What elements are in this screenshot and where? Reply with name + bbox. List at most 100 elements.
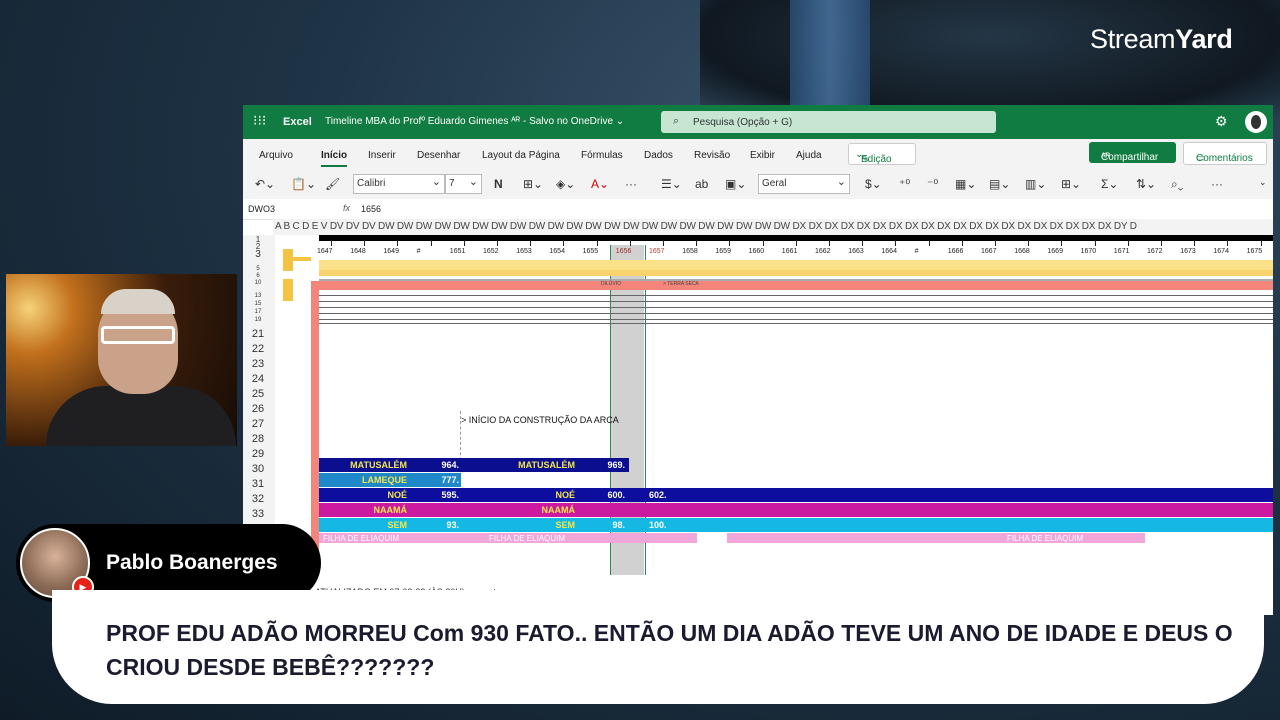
formula-input[interactable]: 1656 <box>361 204 381 214</box>
font-name-select[interactable]: Calibri <box>353 174 445 194</box>
borders-icon[interactable]: ⊞⌄ <box>523 177 543 191</box>
row-header[interactable]: 25 <box>243 388 273 400</box>
row-header[interactable]: 27 <box>243 418 273 430</box>
autosum-icon[interactable]: Σ⌄ <box>1101 177 1118 191</box>
row-header[interactable]: 32 <box>243 493 273 505</box>
currency-icon[interactable]: $⌄ <box>865 177 882 191</box>
number-format-select[interactable]: Geral <box>758 174 850 194</box>
row-header[interactable]: 21 <box>243 328 273 340</box>
row-header[interactable]: 6 <box>243 273 273 279</box>
row-header[interactable]: 19 <box>243 317 273 323</box>
find-icon[interactable]: ⌕⌄ <box>1171 177 1183 192</box>
label-sem-2: SEM <box>555 520 575 530</box>
row-header[interactable]: 10 <box>243 280 273 286</box>
overflow-icon[interactable]: ··· <box>1211 177 1223 191</box>
row-header[interactable]: 23 <box>243 358 273 370</box>
year-label: 1663 <box>848 248 864 255</box>
menu-ajuda[interactable]: Ajuda <box>796 150 822 161</box>
collapse-ribbon-icon[interactable]: ⌄ <box>1259 177 1267 188</box>
comments-label: Comentários <box>1196 153 1253 164</box>
age-matusalem: 964. <box>441 460 459 470</box>
search-icon: ⌕ <box>673 115 680 127</box>
edit-mode-label: Edição <box>861 154 892 165</box>
account-avatar[interactable] <box>1245 111 1267 133</box>
year-label: 1655 <box>582 248 599 255</box>
bold-button[interactable]: N <box>494 177 503 191</box>
year-tick <box>463 240 465 246</box>
app-launcher-icon[interactable]: ⁝⁝⁝ <box>253 113 267 127</box>
fx-icon[interactable]: fx <box>343 203 350 213</box>
year-tick <box>1028 240 1030 246</box>
grid-line <box>319 313 1273 314</box>
bar-naama <box>319 503 1273 517</box>
year-label: 1661 <box>781 248 798 255</box>
menu-inicio[interactable]: Início <box>321 150 348 167</box>
wrap-text-icon[interactable]: ab <box>695 177 708 191</box>
year-tick <box>530 240 532 246</box>
menu-layout[interactable]: Layout da Página <box>482 150 560 161</box>
row-header[interactable]: 29 <box>243 448 273 460</box>
year-label: 1648 <box>350 248 366 255</box>
comments-button[interactable]: ▭ Comentários <box>1183 142 1267 165</box>
row-header[interactable]: 24 <box>243 373 273 385</box>
outline-group-handle[interactable] <box>283 249 293 271</box>
year-label: 1654 <box>549 248 565 255</box>
excel-titlebar: ⁝⁝⁝ Excel Timeline MBA do Profº Eduardo … <box>243 105 1273 139</box>
document-title[interactable]: Timeline MBA do Profº Eduardo Gimenes ᴬᴿ… <box>325 116 624 127</box>
conditional-format-icon[interactable]: ▦⌄ <box>955 177 976 191</box>
year-tick <box>961 240 963 246</box>
grid-line <box>319 301 1273 302</box>
cell-styles-icon[interactable]: ▥⌄ <box>1025 177 1046 191</box>
menu-inserir[interactable]: Inserir <box>368 150 396 161</box>
grid-line <box>319 295 1273 296</box>
year-tick <box>1127 240 1129 246</box>
row-header[interactable]: 28 <box>243 433 273 445</box>
name-box[interactable]: DWO3 <box>248 204 275 214</box>
decrease-decimal-icon[interactable]: ⁻⁰ <box>927 177 938 191</box>
font-color-icon[interactable]: A⌄ <box>591 177 609 191</box>
sort-filter-icon[interactable]: ⇅⌄ <box>1136 177 1156 191</box>
menu-desenhar[interactable]: Desenhar <box>417 150 460 161</box>
menu-arquivo[interactable]: Arquivo <box>259 150 293 161</box>
search-input[interactable]: ⌕ Pesquisa (Opção + G) <box>661 111 996 133</box>
age-noe-3: 602. <box>649 490 667 500</box>
row-header[interactable]: 3 <box>243 249 273 260</box>
label-lameque: LAMEQUE <box>362 475 407 485</box>
format-table-icon[interactable]: ▤⌄ <box>989 177 1010 191</box>
undo-icon[interactable]: ↶⌄ <box>255 177 275 191</box>
paste-icon[interactable]: 📋⌄ <box>291 177 316 191</box>
increase-decimal-icon[interactable]: ⁺⁰ <box>899 177 910 191</box>
merge-icon[interactable]: ▣⌄ <box>725 177 746 191</box>
row-header[interactable]: 33 <box>243 508 273 520</box>
row-header[interactable]: 26 <box>243 403 273 415</box>
menu-exibir[interactable]: Exibir <box>750 150 775 161</box>
font-size-select[interactable]: 7 <box>445 174 482 194</box>
align-icon[interactable]: ☰⌄ <box>661 177 682 191</box>
menu-revisao[interactable]: Revisão <box>694 150 730 161</box>
more-icon[interactable]: ··· <box>625 177 637 191</box>
year-tick <box>1094 240 1096 246</box>
row-header[interactable]: 22 <box>243 343 273 355</box>
outline-group-handle[interactable] <box>283 279 293 301</box>
row-header[interactable]: 31 <box>243 478 273 490</box>
format-painter-icon[interactable]: 🖌 <box>325 177 340 191</box>
year-tick <box>1194 240 1196 246</box>
search-placeholder: Pesquisa (Opção + G) <box>693 117 793 128</box>
menu-formulas[interactable]: Fórmulas <box>581 150 623 161</box>
spreadsheet-grid[interactable]: 1647 1648 1649 #1651 1652 1653 1654 1655 1656 165… <box>275 235 1273 615</box>
row-header[interactable]: 17 <box>243 309 273 315</box>
year-tick <box>696 240 698 246</box>
share-button[interactable]: ᴬᴿ Compartilhar <box>1089 142 1176 163</box>
edit-mode-button[interactable]: ✎ Edição ⌄ <box>848 143 916 165</box>
row-header[interactable]: 5 <box>243 266 273 272</box>
share-label: Compartilhar <box>1101 152 1159 163</box>
row-header[interactable]: 13 <box>243 293 273 299</box>
row-header[interactable]: 15 <box>243 301 273 307</box>
presenter-hair <box>101 289 175 314</box>
age-sem: 93. <box>446 520 459 530</box>
gear-icon[interactable]: ⚙ <box>1215 113 1228 130</box>
insert-cells-icon[interactable]: ⊞⌄ <box>1061 177 1081 191</box>
fill-color-icon[interactable]: ◈⌄ <box>556 177 575 191</box>
menu-dados[interactable]: Dados <box>644 150 673 161</box>
row-header[interactable]: 30 <box>243 463 273 475</box>
